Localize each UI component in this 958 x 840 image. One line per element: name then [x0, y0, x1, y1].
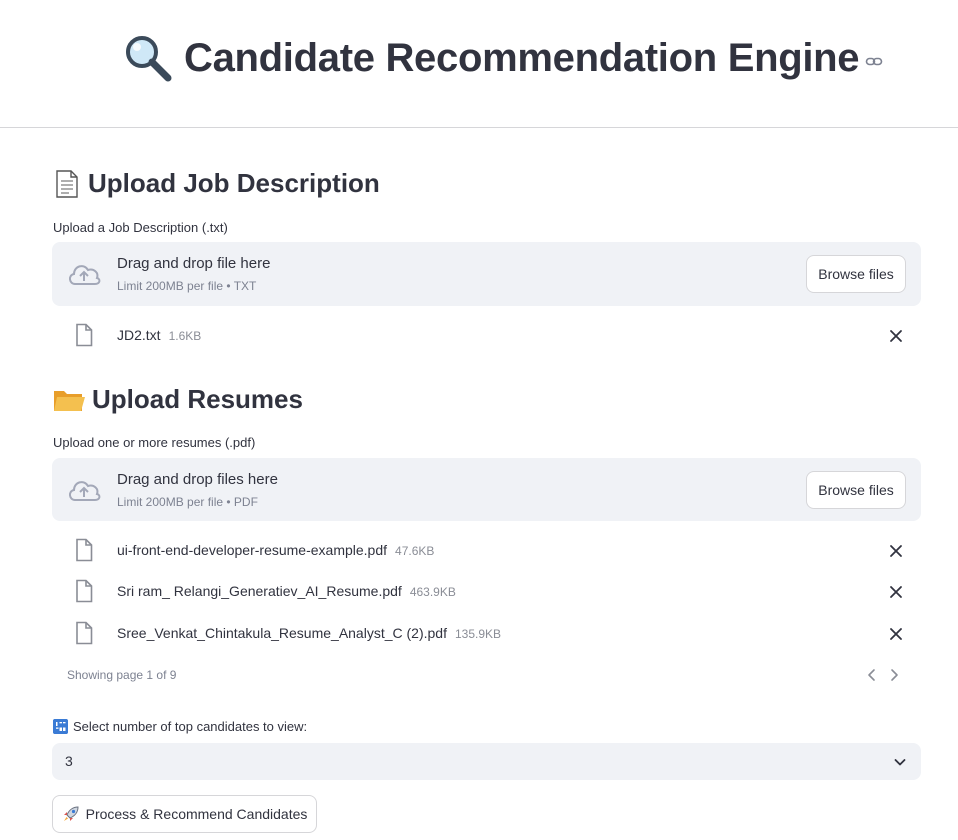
- resume-dropzone[interactable]: Drag and drop files here Limit 200MB per…: [52, 458, 921, 521]
- cloud-upload-icon: [69, 481, 101, 501]
- numbers-icon: [53, 719, 68, 734]
- magnifying-glass-icon: [126, 36, 172, 82]
- file-icon: [76, 538, 93, 562]
- jd-section-heading: Upload Job Description: [88, 168, 380, 198]
- resume-file-name: Sri ram_ Relangi_Generatiev_AI_Resume.pd…: [117, 583, 402, 599]
- resume-file-size: 135.9KB: [454, 627, 502, 641]
- page-title-text: Candidate Recommendation Engine: [184, 35, 860, 80]
- file-icon: [76, 323, 93, 347]
- file-icon: [76, 621, 93, 645]
- page-title: Candidate Recommendation Engine: [122, 32, 883, 84]
- file-icon: [76, 579, 93, 603]
- top-candidates-select[interactable]: 3: [52, 743, 921, 780]
- top-candidates-selected-value: 3: [65, 753, 73, 769]
- resume-dropzone-subtitle: Limit 200MB per file • PDF: [117, 495, 258, 509]
- jd-dropzone-subtitle: Limit 200MB per file • TXT: [117, 279, 257, 293]
- title-bar: Candidate Recommendation Engine: [0, 0, 958, 128]
- chevron-right-icon[interactable]: [886, 667, 902, 683]
- jd-section-header: Upload Job Description: [52, 168, 380, 199]
- jd-browse-files-button[interactable]: Browse files: [806, 255, 906, 293]
- chevron-left-icon[interactable]: [864, 667, 880, 683]
- chevron-down-icon: [894, 759, 906, 766]
- resume-section-heading: Upload Resumes: [92, 384, 303, 414]
- page-icon: [56, 169, 78, 198]
- resume-file-row: Sree_Venkat_Chintakula_Resume_Analyst_C …: [52, 617, 921, 651]
- resume-file-size: 463.9KB: [409, 585, 456, 599]
- jd-file-size: 1.6KB: [168, 329, 202, 343]
- jd-dropzone-title: Drag and drop file here: [117, 255, 271, 272]
- cloud-upload-icon: [69, 265, 101, 285]
- app-page: Candidate Recommendation Engine Upload J…: [0, 0, 958, 840]
- link-icon[interactable]: [865, 53, 883, 71]
- resume-dropzone-title: Drag and drop files here: [117, 471, 278, 488]
- pagination-text: Showing page 1 of 9: [67, 668, 177, 682]
- jd-file-name: JD2.txt: [117, 327, 161, 343]
- resume-file-row: ui-front-end-developer-resume-example.pd…: [52, 534, 921, 568]
- close-icon[interactable]: [889, 329, 903, 343]
- jd-uploader-label: Upload a Job Description (.txt): [53, 220, 228, 235]
- resume-browse-files-button[interactable]: Browse files: [806, 471, 906, 509]
- process-recommend-label: Process & Recommend Candidates: [85, 806, 308, 822]
- close-icon[interactable]: [889, 544, 903, 558]
- close-icon[interactable]: [889, 627, 903, 641]
- resume-file-name: Sree_Venkat_Chintakula_Resume_Analyst_C …: [117, 625, 447, 641]
- top-candidates-label: Select number of top candidates to view:: [53, 719, 307, 734]
- jd-dropzone[interactable]: Drag and drop file here Limit 200MB per …: [52, 242, 921, 306]
- resume-section-header: Upload Resumes: [52, 384, 303, 415]
- close-icon[interactable]: [889, 585, 903, 599]
- resume-file-row: Sri ram_ Relangi_Generatiev_AI_Resume.pd…: [52, 575, 921, 609]
- rocket-icon: [63, 806, 79, 821]
- jd-file-row: JD2.txt 1.6KB: [52, 319, 921, 353]
- resume-uploader-label: Upload one or more resumes (.pdf): [53, 435, 256, 450]
- process-recommend-button[interactable]: Process & Recommend Candidates: [52, 795, 317, 833]
- folder-icon: [54, 390, 85, 411]
- resume-file-size: 47.6KB: [395, 544, 435, 558]
- top-candidates-label-text: Select number of top candidates to view:: [73, 719, 308, 734]
- resume-file-name: ui-front-end-developer-resume-example.pd…: [117, 542, 388, 558]
